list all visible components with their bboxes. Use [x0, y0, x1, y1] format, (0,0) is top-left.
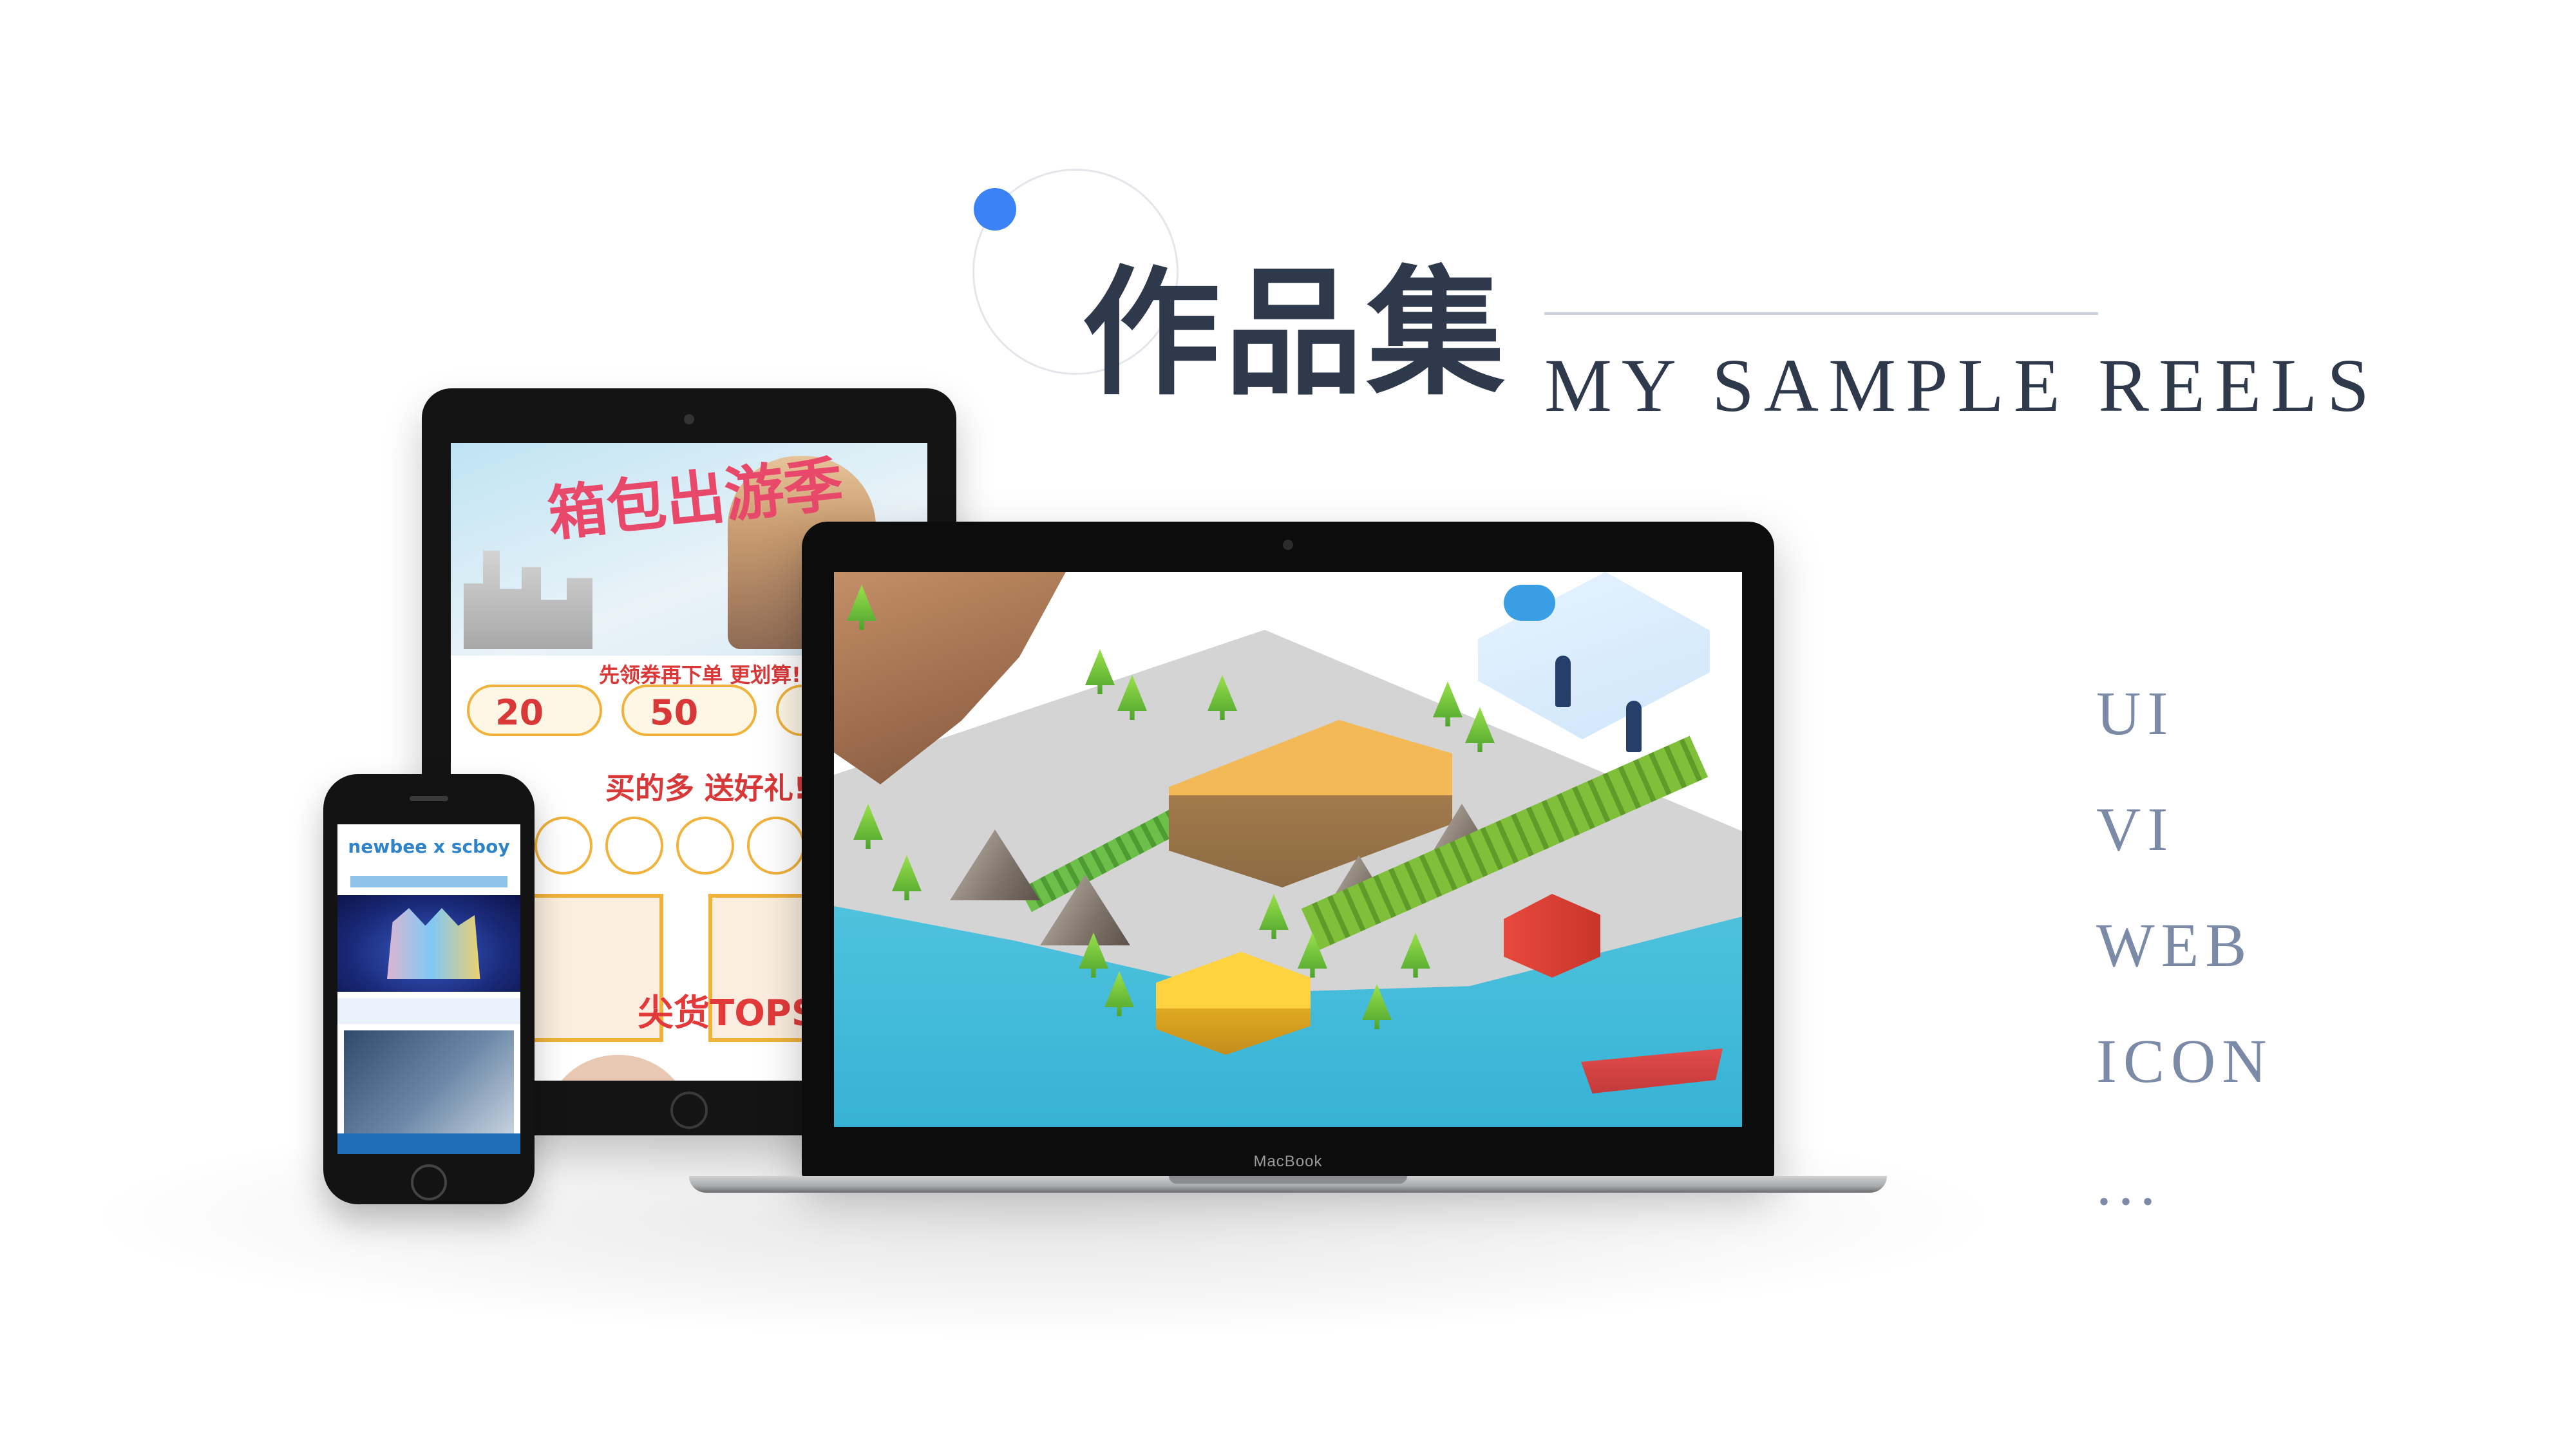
tablet-heading-gifts: 买的多 送好礼! [605, 771, 807, 806]
laptop-brand-label: MacBook [1253, 1153, 1323, 1170]
category-web: WEB [2096, 911, 2253, 980]
coupon-amount: 20 [495, 692, 544, 733]
phone-screen: newbee x scboy [337, 824, 520, 1154]
category-icon: ICON [2096, 1027, 2273, 1095]
laptop-camera [1283, 540, 1293, 550]
tablet-gift-circle [605, 817, 663, 875]
person-icon [1555, 656, 1571, 707]
page-title-chinese: 作品集 [1082, 252, 1509, 414]
tablet-gift-circle [676, 817, 734, 875]
category-ui: UI [2096, 679, 2175, 748]
phone-subtitle-bar [350, 876, 507, 887]
tablet-camera [684, 414, 694, 424]
title-divider [1544, 312, 2098, 315]
laptop-mockup: MacBook [802, 522, 1774, 1179]
phone-band [337, 998, 520, 1024]
page-title-english: MY SAMPLE REELS [1544, 343, 2379, 428]
cloud-icon [1504, 585, 1555, 621]
tablet-gift-circle [747, 817, 805, 875]
tablet-bottom-model [547, 1055, 689, 1081]
category-more: ... [2096, 1149, 2162, 1218]
phone-photo [344, 1030, 514, 1133]
phone-home-button [411, 1164, 447, 1200]
phone-mockup: newbee x scboy [323, 774, 535, 1204]
tablet-tops-label: 尖货TOPS [638, 992, 818, 1034]
coupon-amount: 50 [650, 692, 699, 733]
tablet-home-button [670, 1092, 708, 1129]
person-icon [1626, 701, 1642, 752]
phone-speaker [410, 796, 448, 801]
category-vi: VI [2096, 795, 2175, 864]
laptop-opening-notch [1169, 1176, 1407, 1184]
phone-footer [337, 1133, 520, 1154]
tablet-coupon: 50 [621, 685, 757, 736]
phone-logo: newbee x scboy [348, 836, 510, 857]
laptop-screen [834, 572, 1742, 1127]
accent-dot [974, 188, 1016, 231]
tablet-coupon: 20 [467, 685, 602, 736]
tablet-gift-circle [535, 817, 592, 875]
